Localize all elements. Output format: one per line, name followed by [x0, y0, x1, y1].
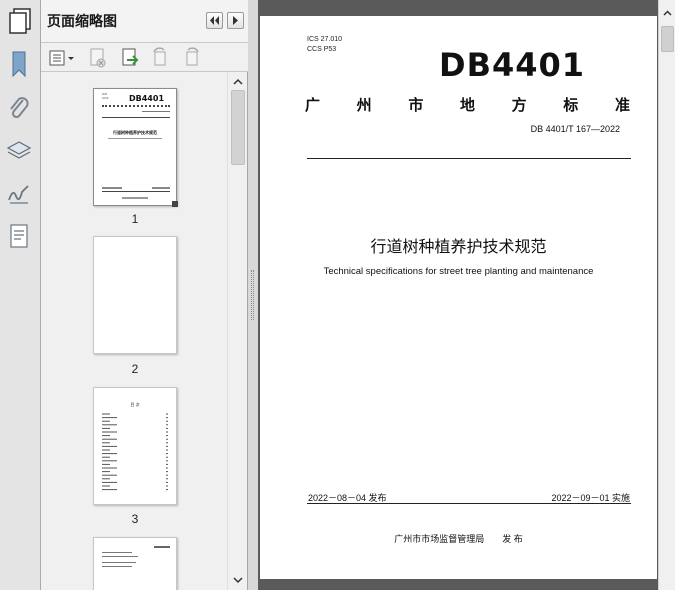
ccs-code: CCS P53: [307, 46, 337, 53]
header-divider: [307, 158, 631, 159]
authority-char: 州: [356, 96, 372, 114]
db-logo: DB4401: [439, 46, 586, 84]
thumbnail-title: 行道树种植养护技术规范: [113, 130, 157, 135]
authority-char: 标: [563, 96, 579, 114]
page-thumbnail-4[interactable]: [93, 537, 177, 590]
double-chevron-left-icon: [210, 16, 219, 25]
page-thumbnail-3[interactable]: 目 次: [93, 387, 177, 505]
rotate-left-icon: [153, 47, 166, 66]
panel-title: 页面缩略图: [47, 14, 117, 30]
rotate-left-button[interactable]: [148, 46, 172, 70]
page-thumbnail-2[interactable]: [93, 236, 177, 354]
chevron-right-icon: [233, 16, 238, 25]
bookmark-icon[interactable]: [6, 50, 32, 78]
standard-authority: 广 州 市 地 方 标 准: [305, 94, 630, 115]
document-scrollbar-thumb[interactable]: [661, 26, 674, 52]
thumbnail-resize-handle[interactable]: [172, 201, 178, 207]
authority-char: 广: [305, 96, 321, 114]
scroll-down-icon[interactable]: [232, 574, 244, 586]
thumbnail-label-3: 3: [131, 512, 139, 526]
classification-codes: ICS 27.010 CCS P53: [307, 35, 342, 55]
thumbnails-panel: 页面缩略图 ICS CCS DB4401 行道树种植养护技术规范 1 2 目 次…: [41, 0, 248, 590]
delete-pages-button[interactable]: [86, 46, 110, 70]
list-options-icon: [49, 50, 74, 66]
attachment-icon[interactable]: [6, 94, 32, 122]
insert-page-icon: [122, 48, 139, 66]
panel-header: 页面缩略图: [41, 0, 248, 42]
thumbnail-label-1: 1: [131, 212, 139, 226]
footer-divider: [307, 503, 631, 504]
scroll-up-icon[interactable]: [662, 8, 673, 19]
authority-char: 地: [459, 96, 475, 114]
collapse-panel-button[interactable]: [206, 12, 223, 29]
thumbnail-label-2: 2: [131, 362, 139, 376]
authority-char: 准: [614, 96, 630, 114]
thumbnail-scrollbar[interactable]: [227, 72, 247, 590]
navigation-rail: [0, 0, 41, 590]
delete-page-icon: [90, 48, 106, 68]
panel-options-button[interactable]: [227, 12, 244, 29]
document-title: 行道树种植养护技术规范: [370, 237, 547, 256]
thumbnail-list: ICS CCS DB4401 行道树种植养护技术规范 1 2 目 次 3: [41, 72, 227, 590]
thumbnail-db-logo: DB4401: [129, 94, 165, 103]
layers-icon[interactable]: [6, 137, 32, 165]
pages-icon[interactable]: [5, 6, 35, 36]
options-menu-button[interactable]: [47, 46, 77, 70]
document-page: ICS 27.010 CCS P53 DB4401 广 州 市 地 方 标 准 …: [260, 16, 657, 579]
standard-number: DB 4401/T 167—2022: [530, 124, 620, 134]
document-view: ICS 27.010 CCS P53 DB4401 广 州 市 地 方 标 准 …: [258, 0, 658, 590]
extract-pages-button[interactable]: [118, 46, 142, 70]
rotate-right-button[interactable]: [180, 46, 204, 70]
page-thumbnail-1[interactable]: ICS CCS DB4401 行道树种植养护技术规范: [93, 88, 178, 207]
authority-char: 市: [408, 96, 424, 114]
ics-code: ICS 27.010: [307, 36, 343, 43]
publisher: 广州市市场监督管理局 发 布: [394, 534, 523, 544]
document-scrollbar[interactable]: [658, 0, 675, 590]
page-content-icon[interactable]: [6, 222, 32, 250]
signature-icon[interactable]: [6, 180, 32, 208]
thumbnail-toolbar: [41, 42, 248, 72]
document-title-english: Technical specifications for street tree…: [323, 266, 594, 277]
rotate-right-icon: [186, 47, 199, 66]
thumbnail-scrollbar-thumb[interactable]: [231, 90, 245, 165]
panel-splitter[interactable]: [248, 0, 258, 590]
scroll-up-icon[interactable]: [232, 76, 244, 88]
authority-char: 方: [511, 96, 527, 114]
toc-lines: [102, 413, 168, 491]
